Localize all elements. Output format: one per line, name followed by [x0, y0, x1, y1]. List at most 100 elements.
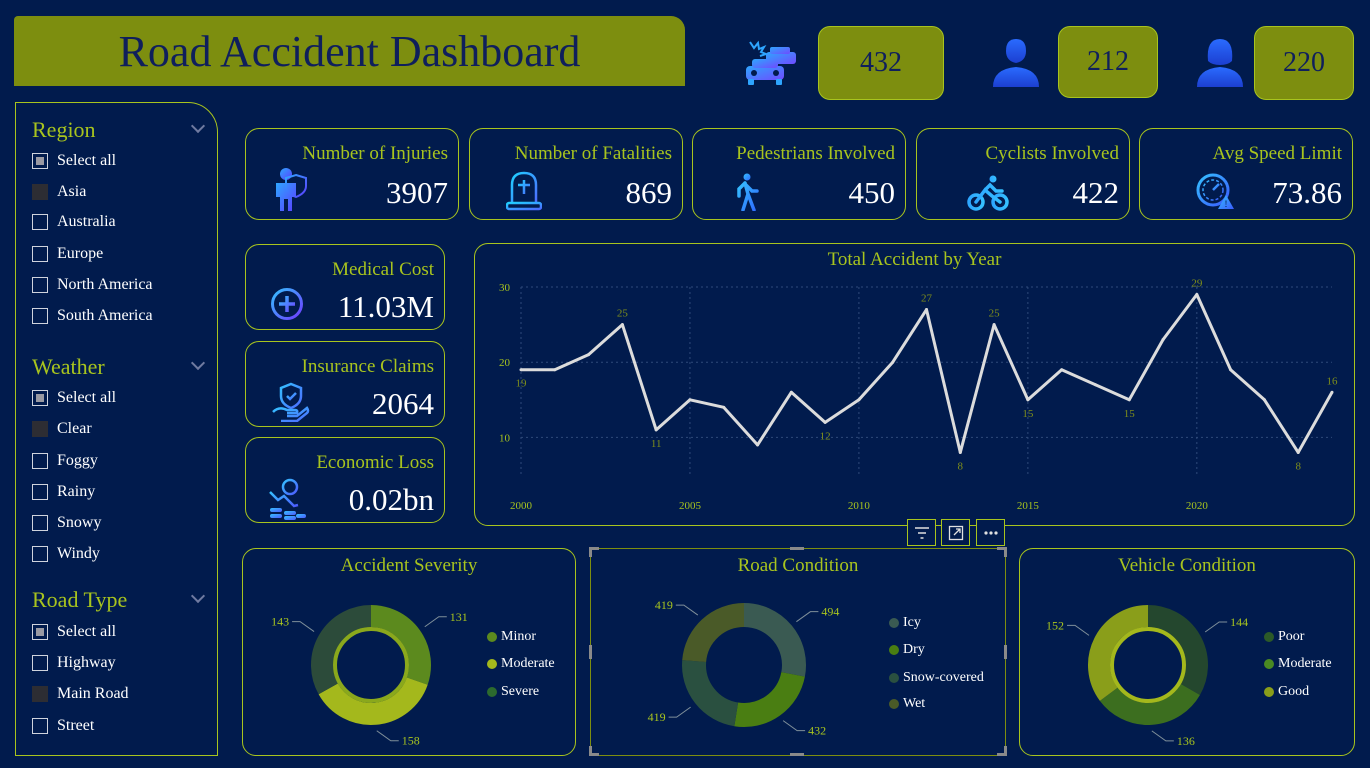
data-label: 11 [651, 438, 662, 450]
checkbox[interactable] [32, 484, 48, 500]
weather-option-windy[interactable]: Windy [32, 544, 100, 564]
male-count-badge: 212 [1058, 26, 1158, 98]
leader-line [376, 730, 399, 742]
resize-handle[interactable] [790, 753, 804, 756]
data-point [1127, 398, 1131, 402]
accident-severity-chart[interactable]: Accident Severity 131 158 143 Minor Modera… [242, 548, 576, 756]
dashboard-title-bar: Road Accident Dashboard [14, 16, 685, 86]
checkbox[interactable] [32, 308, 48, 324]
checkbox[interactable] [32, 655, 48, 671]
series-line [521, 293, 1334, 454]
injuries-card[interactable]: Number of Injuries 3907 [245, 128, 459, 220]
card-label: Pedestrians Involved [736, 143, 895, 164]
data-label: 494 [821, 605, 839, 619]
donut-slice [734, 671, 805, 727]
female-user-icon [1192, 36, 1248, 88]
region-option-europe[interactable]: Europe [32, 244, 103, 264]
accident-by-year-chart[interactable]: Total Accident by Year 10 20 30 2000 2005 201… [474, 243, 1355, 526]
cyclists-card[interactable]: Cyclists Involved 422 [916, 128, 1130, 220]
region-option-asia[interactable]: Asia [32, 182, 86, 202]
donut-slice [1147, 605, 1208, 695]
card-label: Number of Injuries [302, 143, 448, 164]
total-vehicles-badge: 432 [818, 26, 944, 100]
leader-line [782, 720, 806, 732]
checkbox[interactable] [32, 421, 48, 437]
legend-item: Minor [487, 629, 536, 645]
gravestone-icon [505, 171, 543, 216]
checkbox[interactable] [32, 624, 48, 640]
region-option-south-america[interactable]: South America [32, 306, 153, 326]
resize-handle[interactable] [790, 547, 804, 550]
weather-slicer-title: Weather [32, 354, 105, 379]
data-point [519, 368, 523, 372]
resize-handle[interactable] [589, 746, 592, 756]
checkbox[interactable] [32, 686, 48, 702]
checkbox[interactable] [32, 277, 48, 293]
data-label: 432 [808, 724, 826, 738]
inner-ring [1110, 627, 1186, 703]
checkbox[interactable] [32, 246, 48, 262]
resize-handle[interactable] [1004, 547, 1007, 557]
road-condition-chart[interactable]: Road Condition 494 432 419 419 Icy Dry Snow… [590, 548, 1006, 756]
region-option-north-america[interactable]: North America [32, 275, 153, 295]
resize-handle[interactable] [589, 645, 592, 659]
card-label: Cyclists Involved [985, 143, 1119, 164]
region-option-australia[interactable]: Australia [32, 212, 116, 232]
road-type-option-highway[interactable]: Highway [32, 653, 116, 673]
checkbox[interactable] [32, 718, 48, 734]
data-label: 158 [402, 734, 420, 748]
resize-handle[interactable] [1004, 746, 1007, 756]
y-tick-label: 20 [499, 357, 511, 369]
checkbox[interactable] [32, 390, 48, 406]
fatalities-card[interactable]: Number of Fatalities 869 [469, 128, 683, 220]
weather-option-rainy[interactable]: Rainy [32, 482, 95, 502]
vehicle-condition-chart[interactable]: Vehicle Condition 144 136 152 Poor Moderat… [1019, 548, 1355, 756]
road-type-option-main-road[interactable]: Main Road [32, 684, 129, 704]
checkbox[interactable] [32, 515, 48, 531]
filter-icon[interactable] [907, 519, 936, 546]
chevron-down-icon[interactable] [190, 588, 206, 604]
economic-loss-card[interactable]: Economic Loss 0.02bn [245, 437, 445, 523]
weather-option-foggy[interactable]: Foggy [32, 451, 98, 471]
chevron-down-icon[interactable] [190, 118, 206, 134]
pedestrians-card[interactable]: Pedestrians Involved 450 [692, 128, 906, 220]
donut-plot: 144 136 152 [1046, 605, 1248, 748]
data-label: 143 [271, 615, 289, 629]
focus-mode-icon[interactable] [941, 519, 970, 546]
weather-option-clear[interactable]: Clear [32, 419, 92, 439]
dashboard-title: Road Accident Dashboard [118, 26, 581, 76]
checkbox[interactable] [32, 453, 48, 469]
leader-line [668, 706, 691, 718]
legend-item: Dry [889, 642, 925, 658]
bicycle-icon [967, 175, 1009, 216]
card-value: 11.03M [337, 289, 434, 324]
card-value: 2064 [372, 386, 434, 421]
male-user-icon [988, 36, 1044, 88]
data-label: 419 [648, 710, 666, 724]
insurance-claims-card[interactable]: Insurance Claims 2064 [245, 341, 445, 427]
road-type-option-street[interactable]: Street [32, 716, 94, 736]
medical-cost-card[interactable]: Medical Cost 11.03M [245, 244, 445, 330]
weather-option-snowy[interactable]: Snowy [32, 513, 101, 533]
weather-option-select-all[interactable]: Select all [32, 388, 116, 408]
data-point [1296, 450, 1300, 454]
checkbox[interactable] [32, 546, 48, 562]
more-options-icon[interactable] [976, 519, 1005, 546]
data-point [789, 390, 793, 394]
data-label: 152 [1046, 618, 1064, 632]
road-type-option-select-all[interactable]: Select all [32, 622, 116, 642]
data-label: 16 [1327, 375, 1339, 387]
avg-speed-card[interactable]: Avg Speed Limit ! 73.86 [1139, 128, 1353, 220]
region-option-select-all[interactable]: Select all [32, 151, 116, 171]
resize-handle[interactable] [1004, 645, 1007, 659]
checkbox[interactable] [32, 153, 48, 169]
checkbox[interactable] [32, 184, 48, 200]
donut-plot: 494 432 419 419 [648, 598, 840, 738]
chevron-down-icon[interactable] [190, 355, 206, 371]
checkbox[interactable] [32, 214, 48, 230]
svg-text:!: ! [1225, 199, 1228, 209]
data-label: 25 [989, 308, 1001, 320]
x-tick-label: 2015 [1017, 500, 1040, 512]
legend-item: Severe [487, 684, 539, 700]
resize-handle[interactable] [589, 547, 592, 557]
